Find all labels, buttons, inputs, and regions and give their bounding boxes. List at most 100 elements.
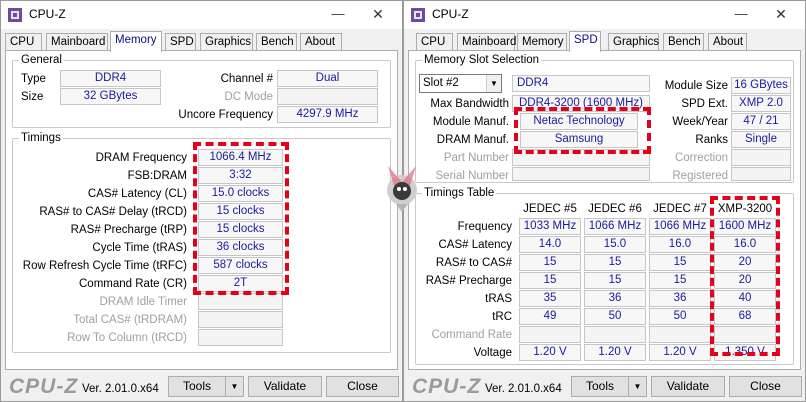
tab-cpu[interactable]: CPU (5, 33, 42, 51)
footer: CPU-Z Ver. 2.01.0.x64 Tools ▼ Validate C… (404, 371, 805, 401)
general-group: General Type DDR4 Size 32 GBytes Channel… (12, 53, 391, 128)
serial-number-label: Serial Number (435, 170, 510, 182)
cpuz-window-memory: CPU-Z — ✕ CPU Mainboard Memory SPD Graph… (0, 0, 403, 402)
tab-memory[interactable]: Memory (110, 31, 162, 52)
tools-button[interactable]: Tools (571, 376, 629, 397)
part-number-value (512, 149, 650, 166)
timing-label: Row To Column (tRCD) (67, 332, 187, 344)
uncore-value: 4297.9 MHz (277, 106, 378, 123)
timings-group-title: Timings (19, 131, 63, 145)
timing-value: 1066.4 MHz (198, 149, 283, 166)
timing-label: CAS# Latency (CL) (87, 188, 187, 200)
channel-value: Dual (277, 70, 378, 87)
table-cell: 1066 MHz (649, 218, 711, 235)
timing-label: FSB:DRAM (127, 170, 187, 182)
general-group-title: General (19, 53, 64, 67)
module-manuf-label: Module Manuf. (432, 116, 509, 128)
row-label: tRC (492, 311, 512, 323)
cpuz-brand-logo: CPU-Z (412, 375, 482, 398)
close-icon[interactable]: ✕ (358, 1, 398, 27)
timing-label: Command Rate (CR) (79, 278, 187, 290)
timing-value: 587 clocks (198, 257, 283, 274)
slot-select[interactable]: Slot #2 ▼ (419, 74, 502, 93)
ranks-label: Ranks (695, 134, 728, 146)
module-size-label: Module Size (664, 80, 728, 92)
close-button[interactable]: Close (326, 376, 399, 397)
tab-spd[interactable]: SPD (165, 33, 196, 51)
tab-about[interactable]: About (708, 33, 747, 51)
row-label: tRAS (485, 293, 512, 305)
table-cell: 1.20 V (519, 344, 581, 361)
slot-group: Memory Slot Selection Slot #2 ▼ DDR4 Mod… (415, 53, 794, 183)
max-bandwidth-value: DDR4-3200 (1600 MHz) (512, 95, 650, 112)
tab-graphics[interactable]: Graphics (608, 33, 659, 51)
footer: CPU-Z Ver. 2.01.0.x64 Tools ▼ Validate C… (1, 371, 402, 401)
timing-label: DRAM Frequency (95, 152, 187, 164)
timing-value (198, 293, 283, 310)
timing-value (198, 311, 283, 328)
dcmode-label: DC Mode (224, 91, 273, 103)
registered-value (731, 167, 791, 181)
row-label: Voltage (473, 347, 512, 359)
table-cell: 20 (714, 272, 776, 289)
close-icon[interactable]: ✕ (761, 1, 801, 27)
close-button[interactable]: Close (729, 376, 802, 397)
correction-value (731, 149, 791, 166)
timings-table-group: Timings Table JEDEC #5 JEDEC #6 JEDEC #7… (415, 186, 794, 365)
tab-about[interactable]: About (300, 33, 342, 51)
table-cell: 15 (519, 272, 581, 289)
timing-label: RAS# to CAS# Delay (tRCD) (39, 206, 187, 218)
tools-button[interactable]: Tools (168, 376, 226, 397)
tab-mainboard[interactable]: Mainboard (457, 33, 516, 51)
tab-bench[interactable]: Bench (256, 33, 297, 51)
table-cell (519, 326, 581, 343)
tab-memory[interactable]: Memory (517, 33, 567, 51)
validate-button[interactable]: Validate (651, 376, 725, 397)
column-header: JEDEC #5 (523, 203, 577, 215)
row-label: RAS# to CAS# (435, 257, 512, 269)
memory-panel: General Type DDR4 Size 32 GBytes Channel… (5, 50, 398, 370)
tab-mainboard[interactable]: Mainboard (46, 33, 108, 51)
cpuz-app-icon (411, 8, 425, 22)
table-cell: 1066 MHz (584, 218, 646, 235)
table-cell: 15 (519, 254, 581, 271)
table-cell: 15 (649, 272, 711, 289)
cpuz-app-icon (8, 8, 22, 22)
window-title: CPU-Z (29, 7, 66, 21)
type-value: DDR4 (60, 70, 161, 87)
part-number-label: Part Number (443, 152, 509, 164)
uncore-label: Uncore Frequency (178, 109, 273, 121)
table-cell: 35 (519, 290, 581, 307)
minimize-icon[interactable]: — (318, 1, 358, 27)
table-cell (714, 326, 776, 343)
column-header: JEDEC #7 (653, 203, 707, 215)
version-label: Ver. 2.01.0.x64 (82, 383, 159, 395)
version-label: Ver. 2.01.0.x64 (485, 383, 562, 395)
table-cell: 20 (714, 254, 776, 271)
timings-group: Timings DRAM Frequency 1066.4 MHz FSB:DR… (12, 131, 391, 353)
spd-panel: Memory Slot Selection Slot #2 ▼ DDR4 Mod… (408, 50, 801, 370)
validate-button[interactable]: Validate (248, 376, 322, 397)
chevron-down-icon[interactable]: ▼ (486, 75, 501, 92)
table-cell: 49 (519, 308, 581, 325)
timing-value: 2T (198, 275, 283, 292)
minimize-icon[interactable]: — (721, 1, 761, 27)
tab-spd[interactable]: SPD (569, 31, 601, 52)
timing-value (198, 329, 283, 346)
table-cell: 15 (584, 254, 646, 271)
cpuz-brand-logo: CPU-Z (9, 375, 79, 398)
size-label: Size (21, 91, 44, 103)
table-cell (584, 326, 646, 343)
channel-label: Channel # (220, 73, 273, 85)
spd-ext-value: XMP 2.0 (731, 95, 791, 112)
chevron-down-icon[interactable]: ▼ (628, 376, 647, 397)
registered-label: Registered (672, 170, 728, 182)
week-year-value: 47 / 21 (731, 113, 791, 130)
title-bar[interactable]: CPU-Z — ✕ (404, 1, 805, 29)
tab-bench[interactable]: Bench (663, 33, 704, 51)
title-bar[interactable]: CPU-Z — ✕ (1, 1, 402, 29)
tab-graphics[interactable]: Graphics (200, 33, 253, 51)
chevron-down-icon[interactable]: ▼ (225, 376, 244, 397)
tab-cpu[interactable]: CPU (416, 33, 453, 51)
slot-select-value: Slot #2 (423, 77, 459, 89)
